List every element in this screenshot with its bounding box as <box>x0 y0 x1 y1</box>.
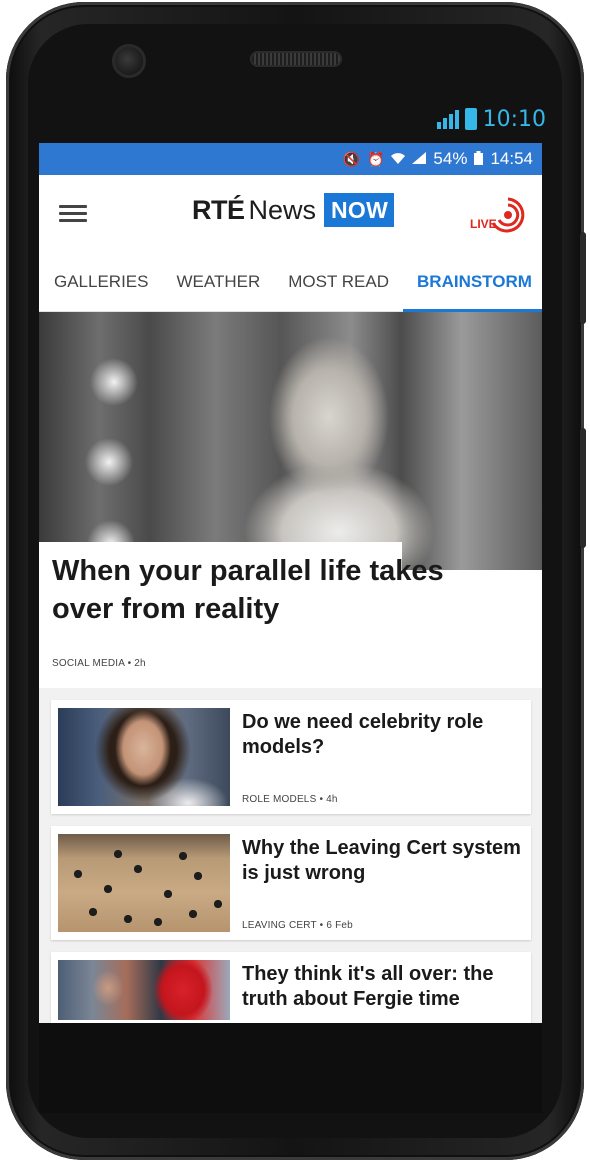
hero-article-title[interactable]: When your parallel life takes over from … <box>52 552 492 628</box>
app-screen: 🔇 ⏰ 54% 14:54 RTÉ News NOW LIVE GALLERIE… <box>39 143 542 1023</box>
device-status-bar: 10:10 <box>360 104 546 134</box>
section-tabs: GALLERIES WEATHER MOST READ BRAINSTORM <box>39 253 542 312</box>
volume-button <box>580 232 586 324</box>
app-bar: RTÉ News NOW LIVE <box>39 175 542 253</box>
article-card[interactable]: Do we need celebrity role models? ROLE M… <box>51 700 531 814</box>
logo-news: News <box>248 194 317 225</box>
article-title: Do we need celebrity role models? <box>242 711 484 758</box>
battery-icon <box>474 150 484 168</box>
article-title: They think it's all over: the truth abou… <box>242 963 494 1010</box>
article-thumbnail <box>58 708 230 806</box>
article-age: 6 Feb <box>326 920 353 931</box>
article-thumbnail <box>58 834 230 932</box>
article-card[interactable]: They think it's all over: the truth abou… <box>51 952 531 1023</box>
hero-category: SOCIAL MEDIA <box>52 658 125 669</box>
article-category: LEAVING CERT <box>242 920 317 931</box>
power-button <box>580 428 586 548</box>
battery-icon <box>464 108 477 130</box>
battery-percent: 54% <box>433 149 468 168</box>
article-title: Why the Leaving Cert system is just wron… <box>242 837 521 884</box>
tab-most-read[interactable]: MOST READ <box>288 253 389 311</box>
signal-icon <box>412 151 427 167</box>
phone-chin <box>39 1023 542 1113</box>
status-bar: 🔇 ⏰ 54% 14:54 <box>39 143 542 175</box>
article-thumbnail <box>58 960 230 1020</box>
article-meta: LEAVING CERT • 6 Feb <box>242 920 353 931</box>
hamburger-menu-icon[interactable] <box>59 201 87 227</box>
earpiece-speaker <box>250 51 342 67</box>
tab-brainstorm[interactable]: BRAINSTORM <box>403 253 542 312</box>
rte-news-now-logo[interactable]: RTÉ News NOW <box>192 193 395 227</box>
wifi-icon <box>391 151 406 167</box>
signal-icon <box>436 109 459 129</box>
hero-age: 2h <box>134 658 146 669</box>
live-button[interactable]: LIVE <box>468 197 528 237</box>
device-clock: 10:10 <box>482 106 546 132</box>
logo-rte: RTÉ <box>192 194 245 225</box>
hero-article-meta: SOCIAL MEDIA • 2h <box>52 658 146 669</box>
status-clock: 14:54 <box>490 149 533 168</box>
tab-weather[interactable]: WEATHER <box>177 253 261 311</box>
live-broadcast-icon <box>491 197 525 233</box>
tab-galleries[interactable]: GALLERIES <box>54 253 149 311</box>
article-age: 4h <box>326 794 338 805</box>
front-camera <box>112 44 146 78</box>
article-meta: ROLE MODELS • 4h <box>242 794 338 805</box>
mute-icon: 🔇 <box>342 150 360 167</box>
logo-now-badge: NOW <box>324 193 395 227</box>
article-category: ROLE MODELS <box>242 794 317 805</box>
article-card[interactable]: Why the Leaving Cert system is just wron… <box>51 826 531 940</box>
article-feed: When your parallel life takes over from … <box>39 312 542 1023</box>
hero-article-card[interactable]: When your parallel life takes over from … <box>39 542 542 688</box>
alarm-icon: ⏰ <box>366 150 385 167</box>
